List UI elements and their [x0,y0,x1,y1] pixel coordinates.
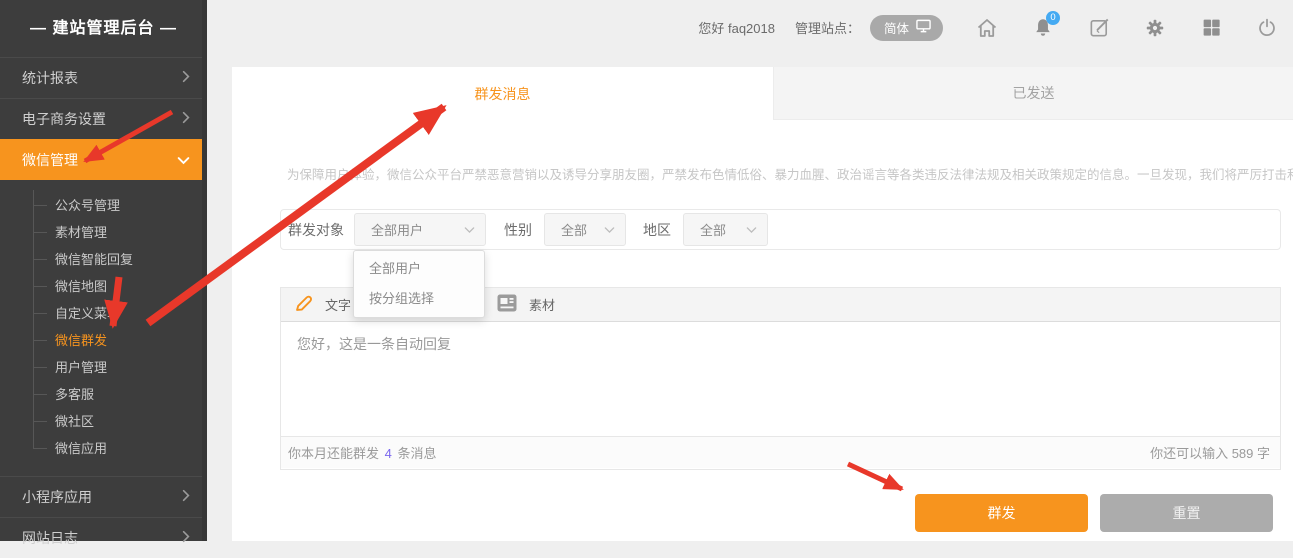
region-label: 地区 [643,220,671,240]
user-greeting: 您好 faq2018 [698,18,775,37]
manage-site-label: 管理站点： [795,18,860,37]
chevron-right-icon [182,530,190,546]
submenu-item-official-account[interactable]: 公众号管理 [0,192,207,219]
monitor-icon [916,19,931,36]
apps-grid-icon[interactable] [1199,15,1223,41]
gender-select[interactable]: 全部 [544,213,626,246]
editor-tab-text[interactable]: 文字 [294,294,351,316]
tab-bar: 群发消息 已发送 [232,67,1293,120]
quota-suffix: 条消息 [398,446,437,461]
submenu-item-mass-send[interactable]: 微信群发 [0,327,207,354]
quota-count: 4 [383,446,394,461]
submenu-item-community[interactable]: 微社区 [0,408,207,435]
material-icon [497,294,517,315]
submenu-item-smart-reply[interactable]: 微信智能回复 [0,246,207,273]
editor-tab-material[interactable]: 素材 [497,294,555,315]
gender-select-value: 全部 [561,220,587,239]
home-icon[interactable] [975,15,999,41]
target-label: 群发对象 [288,220,344,240]
target-select[interactable]: 全部用户 [354,213,486,246]
target-select-value: 全部用户 [371,220,423,239]
app-title: — 建站管理后台 — [0,0,207,57]
chevron-right-icon [182,111,190,127]
sidebar-item-label: 网站日志 [22,528,78,548]
sidebar-item-label: 小程序应用 [22,487,92,507]
chevron-down-icon [177,152,190,168]
region-select-value: 全部 [700,220,726,239]
editor-tab-material-label: 素材 [529,295,555,314]
target-filter-row: 群发对象 全部用户 性别 全部 地区 全部 [280,209,1281,250]
sidebar: — 建站管理后台 — 统计报表 电子商务设置 微信管理 公众号管理 素材管理 微… [0,0,207,541]
sidebar-item-label: 统计报表 [22,68,78,88]
chars-remaining-text: 你还可以输入 589 字 [1150,443,1270,462]
power-icon[interactable] [1255,15,1279,41]
chevron-down-icon [746,222,757,237]
gear-icon[interactable] [1143,15,1167,41]
editor-tab-text-label: 文字 [325,295,351,314]
language-pill-label: 简体 [884,18,909,37]
dropdown-option-by-group[interactable]: 按分组选择 [354,284,484,314]
sidebar-item-miniprogram[interactable]: 小程序应用 [0,476,207,517]
submenu-item-wechat-map[interactable]: 微信地图 [0,273,207,300]
message-input[interactable]: 您好，这是一条自动回复 [281,322,1280,436]
monthly-quota-text: 你本月还能群发 4 条消息 [288,443,437,462]
quota-prefix: 你本月还能群发 [288,446,379,461]
pencil-icon [294,294,313,316]
submenu-item-wechat-app[interactable]: 微信应用 [0,435,207,462]
sidebar-submenu-wechat: 公众号管理 素材管理 微信智能回复 微信地图 自定义菜单 微信群发 用户管理 多… [0,180,207,476]
sidebar-item-statistics[interactable]: 统计报表 [0,57,207,98]
submenu-item-user-management[interactable]: 用户管理 [0,354,207,381]
compose-icon[interactable] [1087,15,1111,41]
submenu-item-custom-menu[interactable]: 自定义菜单 [0,300,207,327]
sidebar-item-site-log[interactable]: 网站日志 [0,517,207,558]
content-panel: 群发消息 已发送 为保障用户体验，微信公众平台严禁恶意营销以及诱导分享朋友圈，严… [232,67,1293,541]
bell-icon[interactable]: 0 [1031,15,1055,41]
chevron-down-icon [464,222,475,237]
sidebar-item-wechat-management[interactable]: 微信管理 [0,139,207,180]
reset-button[interactable]: 重置 [1100,494,1273,532]
chevron-right-icon [182,489,190,505]
submenu-item-multi-service[interactable]: 多客服 [0,381,207,408]
submenu-item-material[interactable]: 素材管理 [0,219,207,246]
language-site-pill[interactable]: 简体 [870,15,943,41]
sidebar-scrollbar[interactable] [202,0,207,541]
tab-sent[interactable]: 已发送 [773,67,1293,120]
sidebar-item-label: 电子商务设置 [22,109,106,129]
gender-label: 性别 [504,220,532,240]
region-select[interactable]: 全部 [683,213,768,246]
sidebar-item-label: 微信管理 [22,150,78,170]
policy-notice: 为保障用户体验，微信公众平台严禁恶意营销以及诱导分享朋友圈，严禁发布色情低俗、暴… [287,164,1287,183]
sidebar-item-ecommerce[interactable]: 电子商务设置 [0,98,207,139]
tab-mass-message[interactable]: 群发消息 [232,67,773,120]
editor-footer: 你本月还能群发 4 条消息 你还可以输入 589 字 [281,436,1280,468]
topbar: 您好 faq2018 管理站点： 简体 0 [207,0,1293,55]
mass-send-button[interactable]: 群发 [915,494,1088,532]
dropdown-option-all-users[interactable]: 全部用户 [354,254,484,284]
notification-badge: 0 [1046,11,1060,25]
chevron-right-icon [182,70,190,86]
chevron-down-icon [604,222,615,237]
target-select-dropdown: 全部用户 按分组选择 [353,250,485,318]
